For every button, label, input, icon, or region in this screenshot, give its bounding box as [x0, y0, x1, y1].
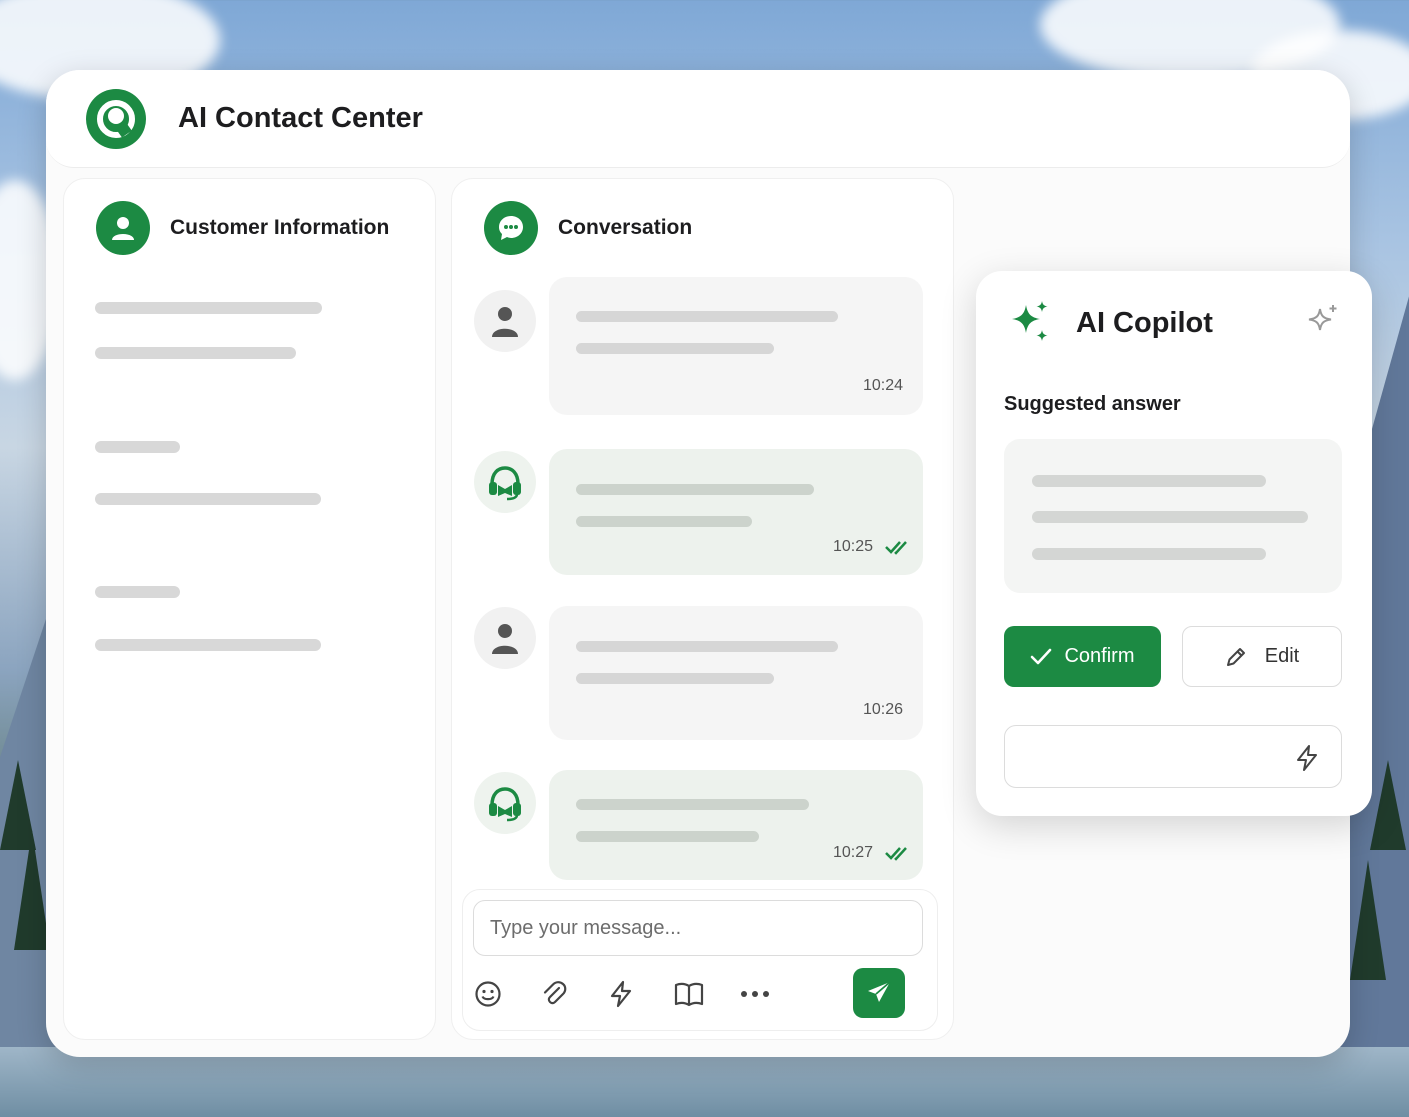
emoji-icon[interactable]	[470, 976, 506, 1012]
customer-information-panel: Customer Information	[63, 178, 436, 1040]
message-bubble: 10:24	[549, 277, 923, 415]
customer-panel-header: Customer Information	[96, 201, 389, 255]
user-icon	[492, 624, 518, 654]
edit-button[interactable]: Edit	[1182, 626, 1342, 687]
message-input[interactable]	[473, 900, 923, 956]
user-icon	[492, 307, 518, 337]
message-time: 10:27	[832, 844, 873, 861]
message-bubble: 10:25	[549, 449, 923, 575]
pencil-icon	[1226, 647, 1245, 666]
skeleton-line	[1032, 475, 1266, 487]
skeleton-line	[95, 586, 180, 598]
app-header: AI Contact Center	[46, 70, 1350, 168]
sparkle-outline-icon[interactable]	[1304, 303, 1340, 339]
skeleton-line	[1032, 511, 1308, 523]
check-icon	[1031, 648, 1052, 664]
conversation-panel-header: Conversation	[484, 201, 692, 255]
user-icon	[96, 201, 150, 255]
copilot-title: AI Copilot	[1076, 307, 1213, 339]
lightning-icon[interactable]	[1295, 745, 1319, 771]
send-button[interactable]	[853, 968, 905, 1018]
skeleton-line	[1032, 548, 1266, 560]
edit-label: Edit	[1264, 645, 1300, 667]
chat-bubble-icon	[484, 201, 538, 255]
customer-avatar	[474, 290, 536, 352]
skeleton-line	[95, 347, 296, 359]
agent-avatar	[474, 451, 536, 513]
double-check-icon	[885, 541, 907, 555]
suggested-answer-box	[1004, 439, 1342, 593]
lightning-icon[interactable]	[603, 976, 639, 1012]
skeleton-line	[95, 639, 321, 651]
skeleton-line	[95, 441, 180, 453]
skeleton-line	[95, 302, 322, 314]
message-composer	[462, 889, 938, 1031]
skeleton-line	[95, 493, 321, 505]
conversation-panel-title: Conversation	[558, 216, 693, 239]
app-title: AI Contact Center	[178, 102, 423, 134]
customer-avatar	[474, 607, 536, 669]
contact-center-logo-icon	[86, 88, 146, 149]
double-check-icon	[885, 847, 907, 861]
agent-avatar	[474, 772, 536, 834]
copilot-prompt-input[interactable]	[1004, 725, 1342, 788]
more-icon[interactable]	[737, 976, 773, 1012]
confirm-button[interactable]: Confirm	[1004, 626, 1161, 687]
headset-icon	[489, 466, 521, 501]
message-bubble: 10:27	[549, 770, 923, 880]
paperclip-icon[interactable]	[536, 976, 572, 1012]
message-time: 10:25	[832, 538, 873, 555]
message-time: 10:26	[862, 701, 903, 718]
suggested-answer-label: Suggested answer	[1004, 393, 1181, 415]
sparkle-icon	[1012, 301, 1048, 341]
ai-copilot-card: AI Copilot Suggested answer Confirm Edit	[976, 271, 1372, 816]
message-bubble: 10:26	[549, 606, 923, 740]
confirm-label: Confirm	[1064, 645, 1135, 667]
book-icon[interactable]	[671, 976, 707, 1012]
conversation-panel: Conversation 10:24 10:25 10:26 10:27 Typ…	[451, 178, 954, 1040]
customer-panel-title: Customer Information	[170, 216, 390, 239]
send-icon	[868, 981, 891, 1002]
headset-icon	[489, 787, 521, 822]
message-time: 10:24	[862, 377, 903, 394]
